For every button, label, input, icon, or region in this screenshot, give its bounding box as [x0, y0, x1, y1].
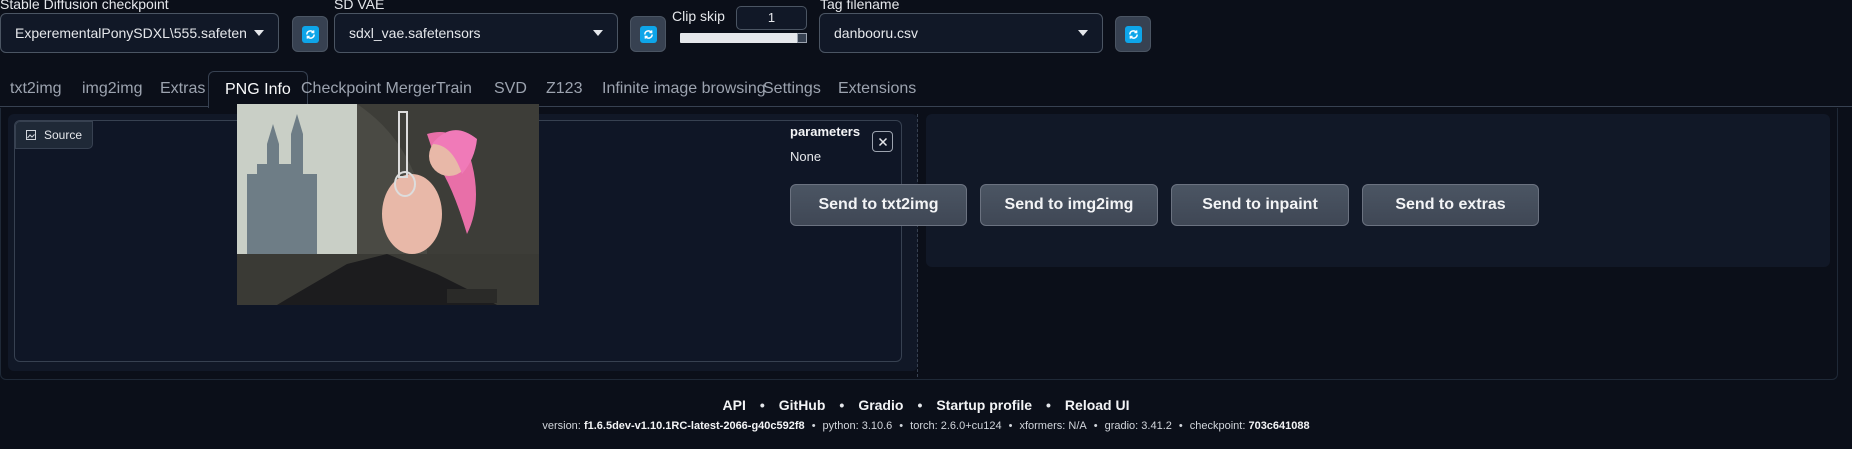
xformers-value: N/A	[1068, 420, 1087, 432]
footer-link-startup-profile[interactable]: Startup profile	[936, 397, 1032, 413]
footer-link-gradio[interactable]: Gradio	[858, 397, 903, 413]
source-label: Source	[44, 128, 83, 142]
checkpoint-value: ExperementalPonySDXL\555.safetensors [c9…	[15, 25, 246, 41]
vae-refresh-button[interactable]	[630, 16, 666, 52]
tab-extras[interactable]: Extras	[160, 71, 205, 107]
tab-train[interactable]: Train	[436, 71, 472, 107]
version-key: version:	[542, 420, 581, 432]
chevron-down-icon	[254, 30, 264, 36]
clip-skip-label: Clip skip	[672, 8, 725, 24]
send-to-inpaint-button[interactable]: Send to inpaint	[1171, 184, 1349, 226]
chevron-down-icon	[593, 30, 603, 36]
vae-label: SD VAE	[334, 0, 385, 12]
tab-z123[interactable]: Z123	[546, 71, 582, 107]
image-icon	[26, 130, 36, 140]
tab-infinite-image-browsing[interactable]: Infinite image browsing	[602, 71, 766, 107]
clear-image-button[interactable]	[872, 131, 893, 152]
tag-file-value: danbooru.csv	[834, 25, 919, 41]
torch-value: 2.6.0+cu124	[940, 420, 1002, 432]
refresh-icon	[301, 25, 319, 43]
tab-settings[interactable]: Settings	[763, 71, 821, 107]
tab-extensions[interactable]: Extensions	[838, 71, 916, 107]
python-value: 3.10.6	[861, 420, 893, 432]
close-icon	[878, 137, 887, 146]
vae-dropdown[interactable]: sdxl_vae.safetensors	[334, 13, 618, 53]
footer-link-github[interactable]: GitHub	[779, 397, 826, 413]
source-image	[237, 104, 539, 305]
xformers-key: xformers:	[1019, 420, 1066, 432]
vae-value: sdxl_vae.safetensors	[349, 25, 481, 41]
gradio-key: gradio:	[1104, 420, 1139, 432]
checkpoint-label: Stable Diffusion checkpoint	[0, 0, 169, 12]
footer-link-api[interactable]: API	[723, 397, 746, 413]
checkpoint-dropdown[interactable]: ExperementalPonySDXL\555.safetensors [c9…	[0, 13, 279, 53]
python-key: python:	[822, 420, 859, 432]
torch-key: torch:	[910, 420, 938, 432]
tab-svd[interactable]: SVD	[494, 71, 527, 107]
footer-link-reload-ui[interactable]: Reload UI	[1065, 397, 1130, 413]
tab-img2img[interactable]: img2img	[82, 71, 142, 107]
version-value: f1.6.5dev-v1.10.1RC-latest-2066-g40c592f…	[583, 420, 805, 432]
send-to-txt2img-button[interactable]: Send to txt2img	[790, 184, 967, 226]
send-to-extras-button[interactable]: Send to extras	[1362, 184, 1539, 226]
footer-versions: version: f1.6.5dev-v1.10.1RC-latest-2066…	[542, 420, 1310, 432]
send-to-img2img-button[interactable]: Send to img2img	[980, 184, 1158, 226]
tab-txt2img[interactable]: txt2img	[10, 71, 62, 107]
tag-file-dropdown[interactable]: danbooru.csv	[819, 13, 1103, 53]
chevron-down-icon	[1078, 30, 1088, 36]
parameters-value: None	[790, 149, 822, 164]
checkpoint-refresh-button[interactable]	[292, 16, 328, 52]
source-label-chip: Source	[15, 121, 94, 149]
checkpoint-hash-value: 703c641088	[1248, 420, 1310, 432]
parameters-heading: parameters	[790, 124, 861, 139]
tab-checkpoint-merger[interactable]: Checkpoint Merger	[301, 71, 436, 107]
tag-file-label: Tag filename	[820, 0, 900, 12]
tag-file-refresh-button[interactable]	[1115, 16, 1151, 52]
clip-skip-slider[interactable]	[680, 33, 807, 43]
panel-divider	[917, 114, 918, 377]
clip-skip-slider-handle[interactable]	[797, 33, 807, 43]
refresh-icon	[639, 25, 657, 43]
clip-skip-input[interactable]: 1	[736, 6, 807, 30]
tab-png-info[interactable]: PNG Info	[208, 71, 308, 108]
footer-links: API • GitHub • Gradio • Startup profile • Reload…	[722, 397, 1130, 413]
checkpoint-key: checkpoint:	[1189, 420, 1246, 432]
refresh-icon	[1124, 25, 1142, 43]
gradio-value: 3.41.2	[1141, 420, 1172, 432]
